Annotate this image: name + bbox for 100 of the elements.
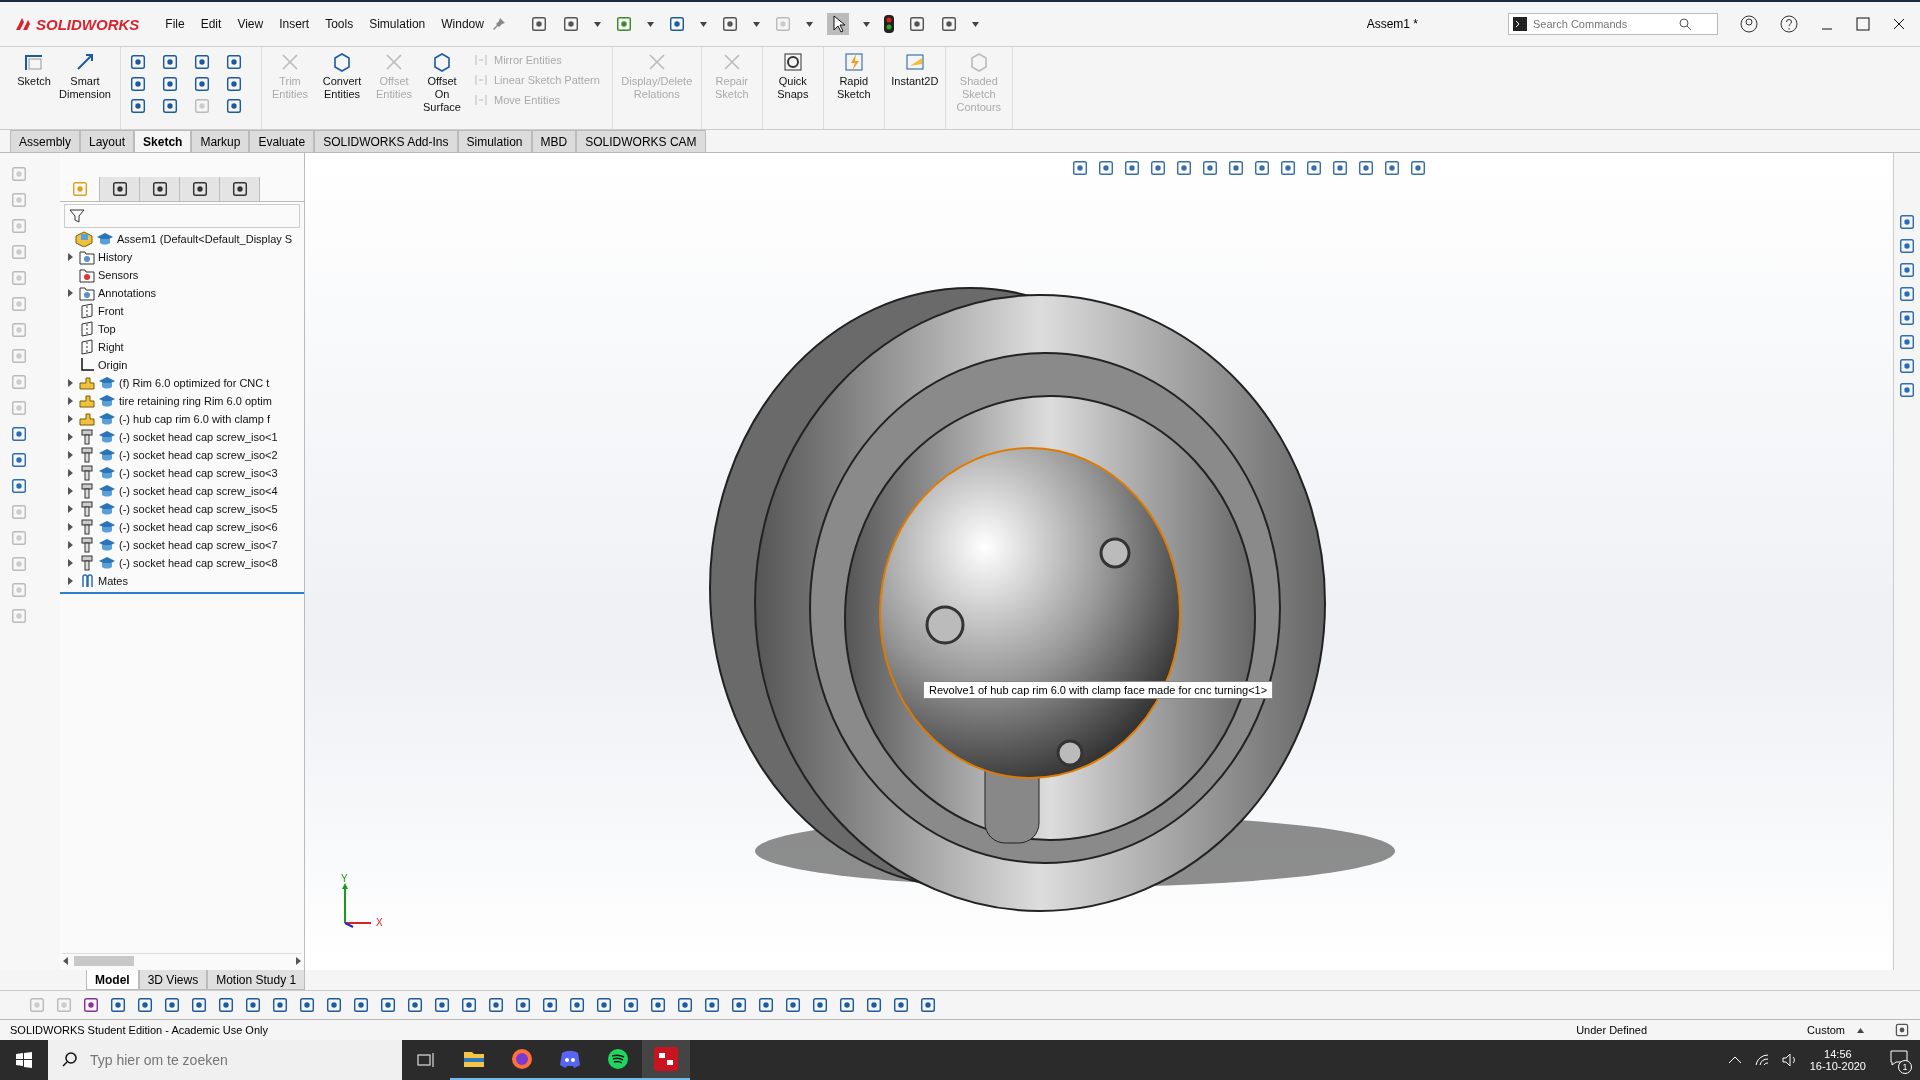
expand-arrow-icon[interactable] <box>66 253 74 261</box>
maximize-icon[interactable] <box>1856 17 1870 31</box>
traffic-light-icon[interactable] <box>883 15 894 33</box>
wifi-icon[interactable] <box>1753 1053 1770 1067</box>
ribbon-button[interactable]: Rapid Sketch <box>827 47 880 105</box>
volume-icon[interactable] <box>1781 1053 1798 1067</box>
expand-arrow-icon[interactable] <box>66 451 74 459</box>
expand-arrow-icon[interactable] <box>66 577 74 585</box>
search-field[interactable]: Search Commands <box>1531 17 1675 31</box>
cad-app-icon[interactable] <box>654 1047 678 1071</box>
search-icon[interactable] <box>1679 18 1691 30</box>
chevron-up-icon[interactable] <box>1727 1056 1742 1064</box>
help-icon[interactable] <box>1780 15 1798 33</box>
caret-up-icon[interactable] <box>1857 1027 1864 1033</box>
menu-item[interactable]: View <box>229 17 272 31</box>
tree-item[interactable]: Origin <box>98 359 128 371</box>
search-box[interactable]: Search Commands <box>1508 13 1718 35</box>
ribbon-tab[interactable]: Markup <box>191 130 250 152</box>
screw-icon <box>79 429 95 445</box>
menu-item[interactable]: Edit <box>192 17 230 31</box>
caret-icon[interactable] <box>646 21 654 27</box>
account-icon[interactable] <box>1740 15 1758 33</box>
tree-item[interactable]: (-) socket head cap screw_iso<4 <box>119 485 278 497</box>
task-view-icon[interactable] <box>417 1052 435 1068</box>
tree-item[interactable]: Sensors <box>98 269 139 281</box>
ribbon-tab[interactable]: Simulation <box>457 130 532 152</box>
ribbon-tab[interactable]: MBD <box>531 130 577 152</box>
tree-item[interactable]: (-) socket head cap screw_iso<3 <box>119 467 278 479</box>
scrollbar-thumb[interactable] <box>74 956 134 966</box>
ribbon-button[interactable]: Instant2D <box>888 47 941 92</box>
tree-item[interactable]: Top <box>98 323 116 335</box>
tree-item[interactable]: History <box>98 251 133 263</box>
select-pointer-icon[interactable] <box>826 13 849 35</box>
filter-icon[interactable] <box>69 208 85 224</box>
close-icon[interactable] <box>1892 17 1906 31</box>
tree-item[interactable]: tire retaining ring Rim 6.0 optim <box>119 395 272 407</box>
tree-item[interactable]: Mates <box>98 575 128 587</box>
caret-icon[interactable] <box>862 21 870 27</box>
tree-item[interactable]: Annotations <box>98 287 157 299</box>
notification-icon[interactable] <box>1890 1050 1908 1066</box>
caret-icon[interactable] <box>805 21 813 27</box>
expand-arrow-icon[interactable] <box>66 433 74 441</box>
tree-item[interactable]: (-) socket head cap screw_iso<1 <box>119 431 278 443</box>
menu-item[interactable]: Tools <box>317 17 362 31</box>
menu-item[interactable]: Window <box>433 17 492 31</box>
scroll-right-icon[interactable] <box>294 957 302 965</box>
menu-item[interactable]: Insert <box>271 17 318 31</box>
model-tab[interactable]: 3D Views <box>138 970 208 990</box>
caret-icon[interactable] <box>752 21 760 27</box>
ribbon-tab[interactable]: SOLIDWORKS CAM <box>576 130 706 152</box>
tree-item[interactable]: (f) Rim 6.0 optimized for CNC t <box>119 377 270 389</box>
expand-arrow-icon[interactable] <box>66 523 74 531</box>
ribbon-tab[interactable]: Assembly <box>10 130 80 152</box>
chat-app-icon[interactable] <box>559 1050 581 1068</box>
tree-item[interactable]: (-) socket head cap screw_iso<6 <box>119 521 278 533</box>
model-tab[interactable]: Motion Study 1 <box>207 970 306 990</box>
expand-arrow-icon[interactable] <box>66 289 74 297</box>
ribbon-tab[interactable]: SOLIDWORKS Add-Ins <box>314 130 458 152</box>
model-tab[interactable]: Model <box>86 970 139 990</box>
expand-arrow-icon[interactable] <box>66 505 74 513</box>
tree-item[interactable]: (-) hub cap rim 6.0 with clamp f <box>119 413 270 425</box>
ribbon-button[interactable]: Convert Entities <box>314 47 370 105</box>
tree-item[interactable]: (-) socket head cap screw_iso<8 <box>119 557 278 569</box>
taskbar-search-box[interactable]: Typ hier om te zoeken <box>48 1040 402 1080</box>
scroll-left-icon[interactable] <box>62 957 70 965</box>
tree-item[interactable]: (-) socket head cap screw_iso<5 <box>119 503 278 515</box>
ribbon-button[interactable]: Smart Dimension <box>54 47 116 105</box>
expand-arrow-icon[interactable] <box>66 559 74 567</box>
tree-item[interactable]: Right <box>98 341 124 353</box>
expand-arrow-icon[interactable] <box>66 397 74 405</box>
expand-arrow-icon[interactable] <box>66 469 74 477</box>
caret-icon[interactable] <box>971 21 979 27</box>
folder-icon[interactable] <box>463 1050 485 1068</box>
units-button[interactable]: Custom <box>1807 1024 1845 1036</box>
tree-item[interactable]: (-) socket head cap screw_iso<7 <box>119 539 278 551</box>
menu-item[interactable]: Simulation <box>361 17 434 31</box>
music-app-icon[interactable] <box>607 1048 629 1070</box>
caret-icon[interactable] <box>593 21 601 27</box>
tree-item[interactable]: Front <box>98 305 124 317</box>
expand-arrow-icon[interactable] <box>66 541 74 549</box>
browser-icon[interactable] <box>511 1048 533 1070</box>
graduation-cap-icon <box>98 538 116 552</box>
ribbon-button[interactable]: Offset On Surface <box>418 47 466 118</box>
tree-item[interactable]: (-) socket head cap screw_iso<2 <box>119 449 278 461</box>
taskbar-search-field[interactable]: Typ hier om te zoeken <box>88 1051 382 1069</box>
ribbon-button[interactable]: Quick Snaps <box>766 47 819 105</box>
tree-item[interactable]: Assem1 (Default<Default_Display S <box>117 233 293 245</box>
caret-icon[interactable] <box>699 21 707 27</box>
expand-arrow-icon[interactable] <box>66 487 74 495</box>
ribbon-tab[interactable]: Layout <box>80 130 135 152</box>
ribbon-button[interactable]: Sketch <box>14 47 54 92</box>
ribbon-tab[interactable]: Evaluate <box>249 130 315 152</box>
paperclip-icon <box>79 573 95 589</box>
lightning-icon <box>842 51 865 73</box>
windows-start-icon[interactable] <box>16 1052 32 1068</box>
expand-arrow-icon[interactable] <box>66 415 74 423</box>
expand-arrow-icon[interactable] <box>66 379 74 387</box>
ribbon-tab[interactable]: Sketch <box>134 130 192 152</box>
pin-icon[interactable] <box>491 17 506 31</box>
menu-item[interactable]: File <box>157 17 193 31</box>
